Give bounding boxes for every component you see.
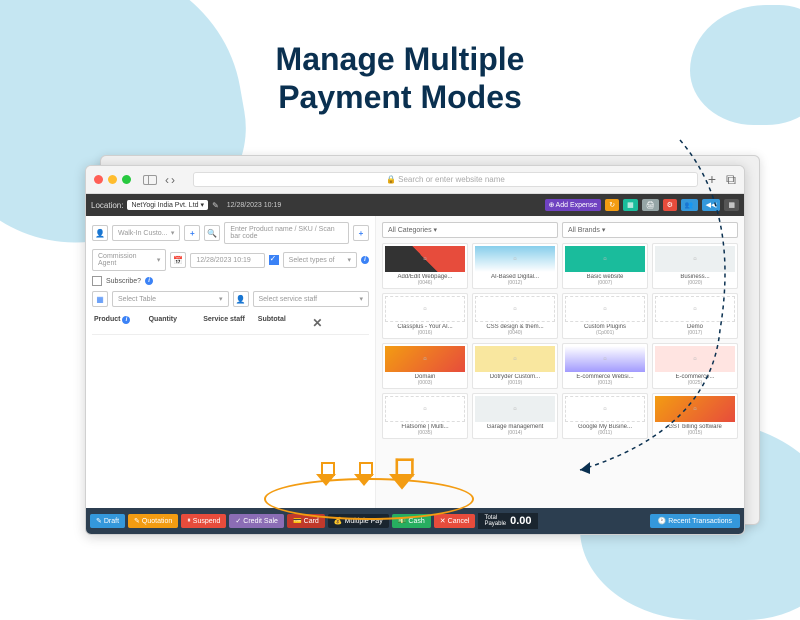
product-thumb: ▫ bbox=[475, 296, 555, 322]
product-card[interactable]: ▫AI-Based Digital...(0012) bbox=[472, 243, 558, 289]
arrow-icon bbox=[389, 458, 415, 489]
table-select[interactable]: Select Table ▾ bbox=[112, 291, 229, 307]
sidebar-toggle-icon[interactable] bbox=[143, 175, 157, 185]
product-thumb: ▫ bbox=[475, 396, 555, 422]
draft-button[interactable]: ✎ Draft bbox=[90, 514, 125, 528]
subscribe-label: Subscribe? bbox=[106, 278, 141, 285]
service-staff-select[interactable]: Select service staff ▾ bbox=[253, 291, 370, 307]
calendar-icon[interactable]: 📅 bbox=[170, 252, 186, 268]
col-quantity: Quantity bbox=[149, 316, 204, 330]
search-icon[interactable]: 🔍 bbox=[204, 225, 220, 241]
headline: Manage Multiple Payment Modes bbox=[0, 40, 800, 117]
categories-filter[interactable]: All Categories ▾ bbox=[382, 222, 558, 238]
product-thumb: ▫ bbox=[385, 396, 465, 422]
toolbar-datetime: 12/28/2023 10:19 bbox=[227, 202, 282, 209]
cancel-button[interactable]: ✕ Cancel bbox=[434, 514, 476, 528]
product-code: (0046) bbox=[385, 280, 465, 286]
product-thumb: ▫ bbox=[475, 246, 555, 272]
subscribe-checkbox[interactable] bbox=[92, 276, 102, 286]
col-service: Service staff bbox=[203, 316, 258, 330]
callout-curve bbox=[560, 130, 760, 480]
add-customer-button[interactable]: + bbox=[184, 225, 200, 241]
col-product: Product i bbox=[94, 316, 149, 330]
close-dot[interactable] bbox=[94, 175, 103, 184]
subscribe-info-icon[interactable]: i bbox=[145, 277, 153, 285]
edit-icon[interactable]: ✎ bbox=[212, 201, 219, 210]
product-thumb: ▫ bbox=[385, 246, 465, 272]
product-card[interactable]: ▫Flatsome | Multi...(0035) bbox=[382, 393, 468, 439]
clear-items-button[interactable]: ✕ bbox=[312, 316, 367, 330]
table-icon[interactable]: ▦ bbox=[92, 291, 108, 307]
commission-agent-select[interactable]: Commission Agent ▾ bbox=[92, 249, 166, 271]
quotation-button[interactable]: ✎ Quotation bbox=[128, 514, 178, 528]
product-code: (0014) bbox=[475, 430, 555, 436]
product-thumb: ▫ bbox=[475, 346, 555, 372]
product-card[interactable]: ▫Classplus - Your AI...(0016) bbox=[382, 293, 468, 339]
types-checkbox[interactable] bbox=[269, 255, 279, 265]
customer-icon[interactable]: 👤 bbox=[92, 225, 108, 241]
back-button[interactable]: ‹ bbox=[165, 173, 169, 187]
product-card[interactable]: ▫CSS design & them...(0040) bbox=[472, 293, 558, 339]
cash-button[interactable]: 💵 Cash bbox=[392, 514, 431, 528]
product-thumb: ▫ bbox=[385, 346, 465, 372]
product-code: (0003) bbox=[385, 380, 465, 386]
recent-transactions-button[interactable]: 🕐 Recent Transactions bbox=[650, 514, 740, 528]
product-code: (0019) bbox=[475, 380, 555, 386]
product-code: (0035) bbox=[385, 430, 465, 436]
product-code: (0012) bbox=[475, 280, 555, 286]
credit-sale-button[interactable]: ✓ Credit Sale bbox=[229, 514, 284, 528]
product-card[interactable]: ▫Domain(0003) bbox=[382, 343, 468, 389]
product-code: (0016) bbox=[385, 330, 465, 336]
location-select[interactable]: NetYogi India Pvt. Ltd ▾ bbox=[127, 200, 208, 210]
action-bar: ✎ Draft ✎ Quotation ⏸ Suspend ✓ Credit S… bbox=[86, 508, 744, 534]
product-search-input[interactable]: Enter Product name / SKU / Scan bar code bbox=[224, 222, 349, 244]
customer-select[interactable]: Walk-In Custo... ▾ bbox=[112, 225, 180, 241]
info-icon[interactable]: i bbox=[361, 256, 369, 264]
sale-form-panel: 👤 Walk-In Custo... ▾ + 🔍 Enter Product n… bbox=[86, 216, 376, 534]
product-card[interactable]: ▫Garage management(0014) bbox=[472, 393, 558, 439]
product-card[interactable]: ▫Dotryder Custom...(0019) bbox=[472, 343, 558, 389]
date-input[interactable]: 12/28/2023 10:19 bbox=[190, 253, 264, 268]
items-table-header: Product i Quantity Service staff Subtota… bbox=[92, 312, 369, 335]
total-payable: Total Payable 0.00 bbox=[478, 513, 537, 529]
add-product-button[interactable]: + bbox=[353, 225, 369, 241]
arrow-icon bbox=[316, 462, 336, 486]
types-select[interactable]: Select types of ▾ bbox=[283, 252, 357, 268]
staff-icon[interactable]: 👤 bbox=[233, 291, 249, 307]
col-subtotal: Subtotal bbox=[258, 316, 313, 330]
callout-arrows bbox=[316, 462, 412, 486]
location-label: Location: bbox=[91, 201, 123, 210]
suspend-button[interactable]: ⏸ Suspend bbox=[181, 514, 226, 528]
minimize-dot[interactable] bbox=[108, 175, 117, 184]
product-code: (0040) bbox=[475, 330, 555, 336]
forward-button[interactable]: › bbox=[171, 173, 175, 187]
product-thumb: ▫ bbox=[385, 296, 465, 322]
multiple-pay-button[interactable]: 💰 Multiple Pay bbox=[328, 514, 389, 528]
maximize-dot[interactable] bbox=[122, 175, 131, 184]
arrow-icon bbox=[354, 462, 374, 486]
product-card[interactable]: ▫Add/Edit Webpage...(0046) bbox=[382, 243, 468, 289]
card-button[interactable]: 💳 Card bbox=[287, 514, 325, 528]
